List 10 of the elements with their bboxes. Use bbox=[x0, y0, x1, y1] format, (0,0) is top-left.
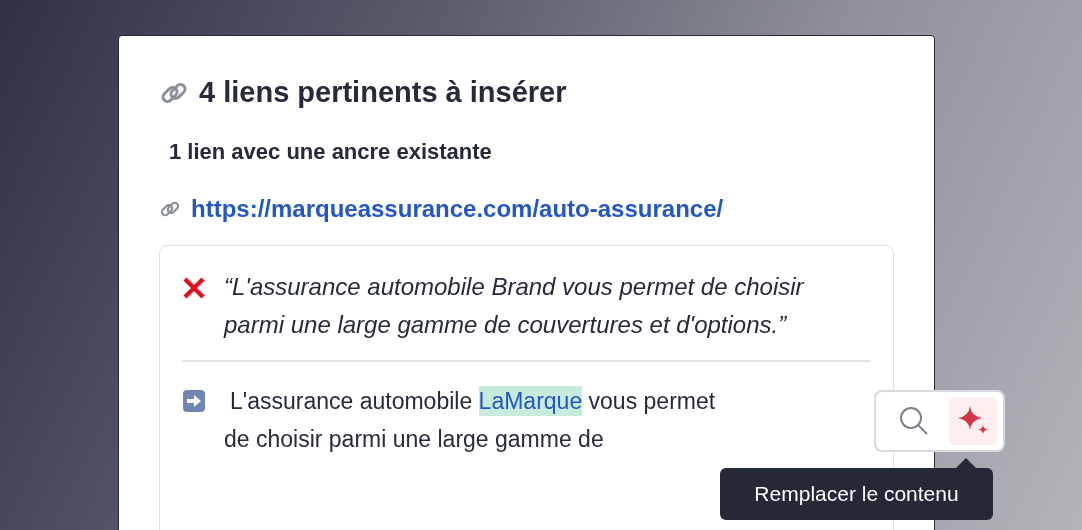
search-icon bbox=[898, 405, 930, 437]
tooltip: Remplacer le contenu bbox=[720, 468, 993, 520]
replacement-line: de choisir parmi une large gamme de bbox=[224, 425, 605, 454]
cross-icon bbox=[182, 276, 206, 300]
url-link[interactable]: https://marqueassurance.com/auto-assurance/ bbox=[191, 195, 724, 223]
section-heading: 1 lien avec une ancre existante bbox=[169, 139, 493, 165]
card-title: 4 liens pertinents à insérer bbox=[199, 76, 567, 109]
sparkle-button[interactable] bbox=[949, 397, 997, 445]
replacement-line: L'assurance automobile LaMarque vous permet bbox=[229, 385, 716, 418]
original-sentence: “L'assurance automobile Brand vous permet de choisir parmi une large gamme de couvertures et d'options.” bbox=[224, 272, 806, 340]
